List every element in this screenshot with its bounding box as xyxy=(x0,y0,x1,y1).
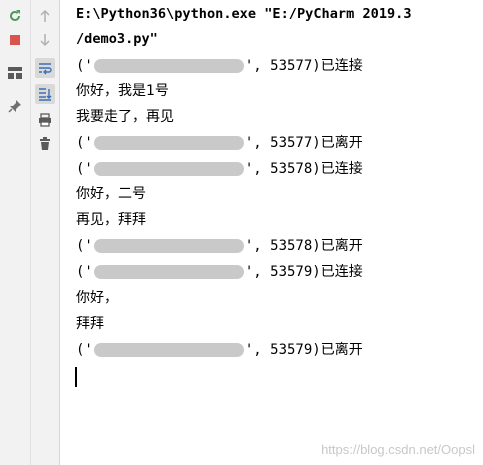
console-line: 再见，拜拜 xyxy=(76,212,146,228)
console-line: (' ', 53579)已离开 xyxy=(76,342,363,358)
redacted-address xyxy=(93,136,244,150)
scroll-to-end-icon[interactable] xyxy=(35,84,55,104)
console-line: (' ', 53578)已离开 xyxy=(76,238,363,254)
run-toolbar-left xyxy=(0,0,31,465)
console-line: (' ', 53578)已连接 xyxy=(76,161,363,177)
console-line: 拜拜 xyxy=(76,316,104,332)
console-line: (' ', 53579)已连接 xyxy=(76,264,363,280)
console-line: 我要走了，再见 xyxy=(76,109,174,125)
redacted-address xyxy=(93,162,244,176)
console-output[interactable]: E:\Python36\python.exe "E:/PyCharm 2019.… xyxy=(66,0,483,465)
console-line: (' ', 53577)已离开 xyxy=(76,135,363,151)
pin-icon[interactable] xyxy=(5,96,25,116)
restore-layout-icon[interactable] xyxy=(5,63,25,83)
console-line: (' ', 53577)已连接 xyxy=(76,58,363,74)
redacted-address xyxy=(93,239,244,253)
trash-icon[interactable] xyxy=(35,134,55,154)
up-arrow-icon[interactable] xyxy=(35,6,55,26)
redacted-address xyxy=(93,59,244,73)
print-icon[interactable] xyxy=(35,110,55,130)
redacted-address xyxy=(93,265,244,279)
console-line: 你好，我是1号 xyxy=(76,83,169,99)
soft-wrap-icon[interactable] xyxy=(35,58,55,78)
watermark: https://blog.csdn.net/Oopsl xyxy=(321,442,475,457)
down-arrow-icon[interactable] xyxy=(35,30,55,50)
command-line-1: E:\Python36\python.exe "E:/PyCharm 2019.… xyxy=(76,6,412,22)
stop-icon[interactable] xyxy=(5,30,25,50)
text-cursor xyxy=(75,367,77,387)
run-toolbar-right xyxy=(31,0,60,465)
console-line: 你好， xyxy=(76,290,118,306)
redacted-address xyxy=(93,343,244,357)
command-line-2: /demo3.py" xyxy=(76,31,158,47)
rerun-icon[interactable] xyxy=(5,6,25,26)
console-line: 你好，二号 xyxy=(76,186,146,202)
